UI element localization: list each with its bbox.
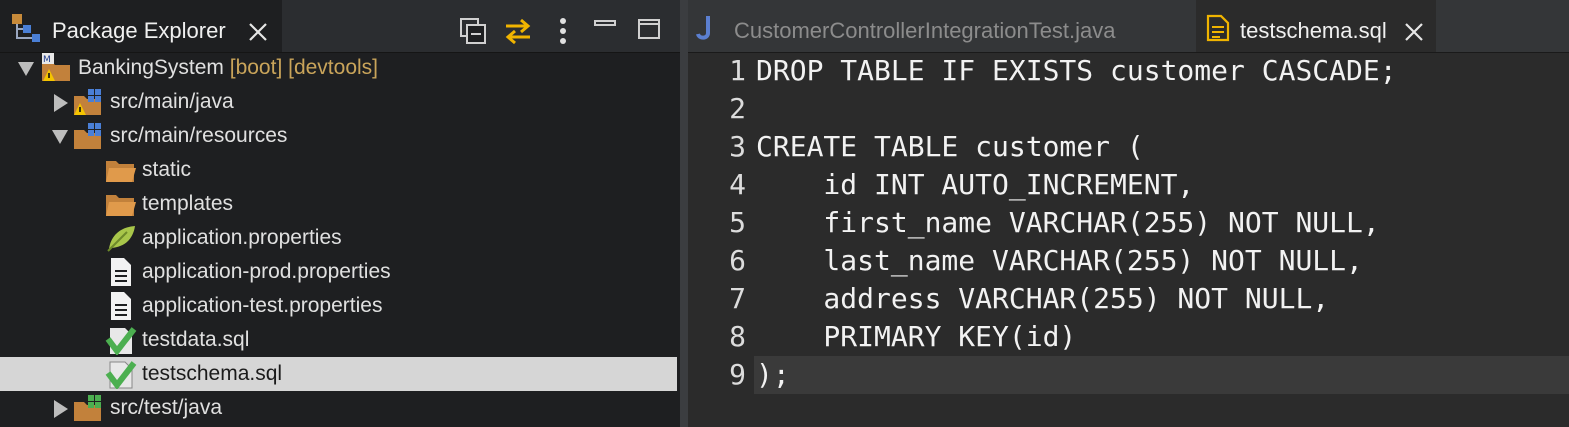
line-number: 5: [729, 206, 746, 239]
tree-item-src-main-resources[interactable]: src/main/resources: [0, 119, 677, 153]
tree-item-label: src/main/java: [110, 90, 234, 113]
properties-leaf-icon: [107, 226, 135, 252]
code-line[interactable]: address VARCHAR(255) NOT NULL,: [756, 282, 1329, 315]
line-number: 3: [729, 130, 746, 163]
package-folder-icon: [74, 395, 101, 421]
tab-package-explorer[interactable]: Package Explorer: [0, 0, 282, 52]
tab-label: testschema.sql: [1240, 18, 1387, 43]
tree-item-bankingsystem[interactable]: M BankingSystem [boot] [devtools]: [0, 51, 677, 85]
tree-item-templates[interactable]: templates: [0, 187, 677, 221]
tree-item-label: BankingSystem: [78, 56, 224, 79]
line-number: 6: [729, 244, 746, 277]
tree-item-label: static: [142, 158, 192, 181]
package-folder-warning-icon: [74, 89, 101, 115]
line-number: 7: [729, 282, 746, 315]
code-line[interactable]: CREATE TABLE customer (: [756, 130, 1144, 163]
minimize-icon[interactable]: [592, 16, 622, 46]
line-number: 8: [729, 320, 746, 353]
line-number: 9: [729, 358, 746, 391]
text-file-icon: [111, 292, 131, 320]
panel-splitter[interactable]: [680, 0, 688, 427]
code-line[interactable]: );: [756, 358, 790, 391]
code-line[interactable]: last_name VARCHAR(255) NOT NULL,: [756, 244, 1362, 277]
explorer-title: Package Explorer: [52, 18, 226, 43]
link-with-editor-icon[interactable]: [503, 16, 533, 46]
text-file-icon: [111, 258, 131, 286]
tree-item-label: testschema.sql: [142, 362, 283, 385]
close-icon[interactable]: [248, 22, 268, 42]
collapsed-chevron-icon[interactable]: [52, 400, 68, 418]
project-decoration: [boot] [devtools]: [223, 56, 379, 79]
collapse-all-icon[interactable]: [458, 16, 488, 46]
tree-item-src-test-java[interactable]: src/test/java: [0, 391, 677, 425]
folder-icon: [106, 161, 136, 182]
tree-item-static[interactable]: static: [0, 153, 677, 187]
tree-item-label: templates: [142, 192, 234, 215]
package-explorer-panel: Package Explorer M BankingSystem [boot] …: [0, 0, 680, 427]
sql-file-icon: [105, 361, 137, 389]
line-number: 2: [729, 92, 746, 125]
code-line[interactable]: first_name VARCHAR(255) NOT NULL,: [756, 206, 1379, 239]
package-folder-icon: [74, 123, 101, 149]
svg-text:M: M: [43, 55, 51, 65]
tab-customer-controller-test[interactable]: CustomerControllerIntegrationTest.java: [688, 0, 1196, 52]
expanded-chevron-icon[interactable]: [52, 128, 68, 146]
line-number: 1: [729, 54, 746, 87]
sql-file-icon: [105, 327, 137, 355]
maven-project-warning-icon: M: [42, 53, 70, 81]
document-icon: [1206, 14, 1230, 42]
tree-item-label: testdata.sql: [142, 328, 250, 351]
code-line[interactable]: PRIMARY KEY(id): [756, 320, 1076, 353]
tree-item-testschema-sql[interactable]: testschema.sql: [0, 357, 677, 391]
line-number: 4: [729, 168, 746, 201]
tree-item-application-test-properties[interactable]: application-test.properties: [0, 289, 677, 323]
tree-item-application-prod-properties[interactable]: application-prod.properties: [0, 255, 677, 289]
collapsed-chevron-icon[interactable]: [52, 94, 68, 112]
tree-item-application-properties[interactable]: application.properties: [0, 221, 677, 255]
current-line-highlight: [754, 356, 1569, 394]
package-explorer-icon: [12, 14, 40, 42]
tree-item-label: application-prod.properties: [142, 260, 391, 283]
tree-item-label: src/test/java: [110, 396, 223, 419]
code-line[interactable]: id INT AUTO_INCREMENT,: [756, 168, 1194, 201]
sql-editor: CustomerControllerIntegrationTest.java t…: [688, 0, 1569, 427]
maximize-icon[interactable]: [636, 16, 666, 46]
tree-item-label: src/main/resources: [110, 124, 288, 147]
editor-tab-bar: CustomerControllerIntegrationTest.java t…: [688, 0, 1569, 53]
tree-item-testdata-sql[interactable]: testdata.sql: [0, 323, 677, 357]
tree-item-label: application-test.properties: [142, 294, 383, 317]
tree-item-label: application.properties: [142, 226, 342, 249]
folder-icon: [106, 195, 136, 216]
view-menu-icon[interactable]: [548, 16, 578, 46]
explorer-tab-bar: Package Explorer: [0, 0, 680, 53]
expanded-chevron-icon[interactable]: [18, 60, 34, 78]
tree-item-src-main-java[interactable]: src/main/java: [0, 85, 677, 119]
java-file-icon: [696, 16, 710, 40]
tab-testschema-sql[interactable]: testschema.sql: [1196, 0, 1436, 52]
code-line[interactable]: DROP TABLE IF EXISTS customer CASCADE;: [756, 54, 1397, 87]
close-icon[interactable]: [1404, 22, 1424, 42]
tab-label: CustomerControllerIntegrationTest.java: [734, 18, 1116, 43]
